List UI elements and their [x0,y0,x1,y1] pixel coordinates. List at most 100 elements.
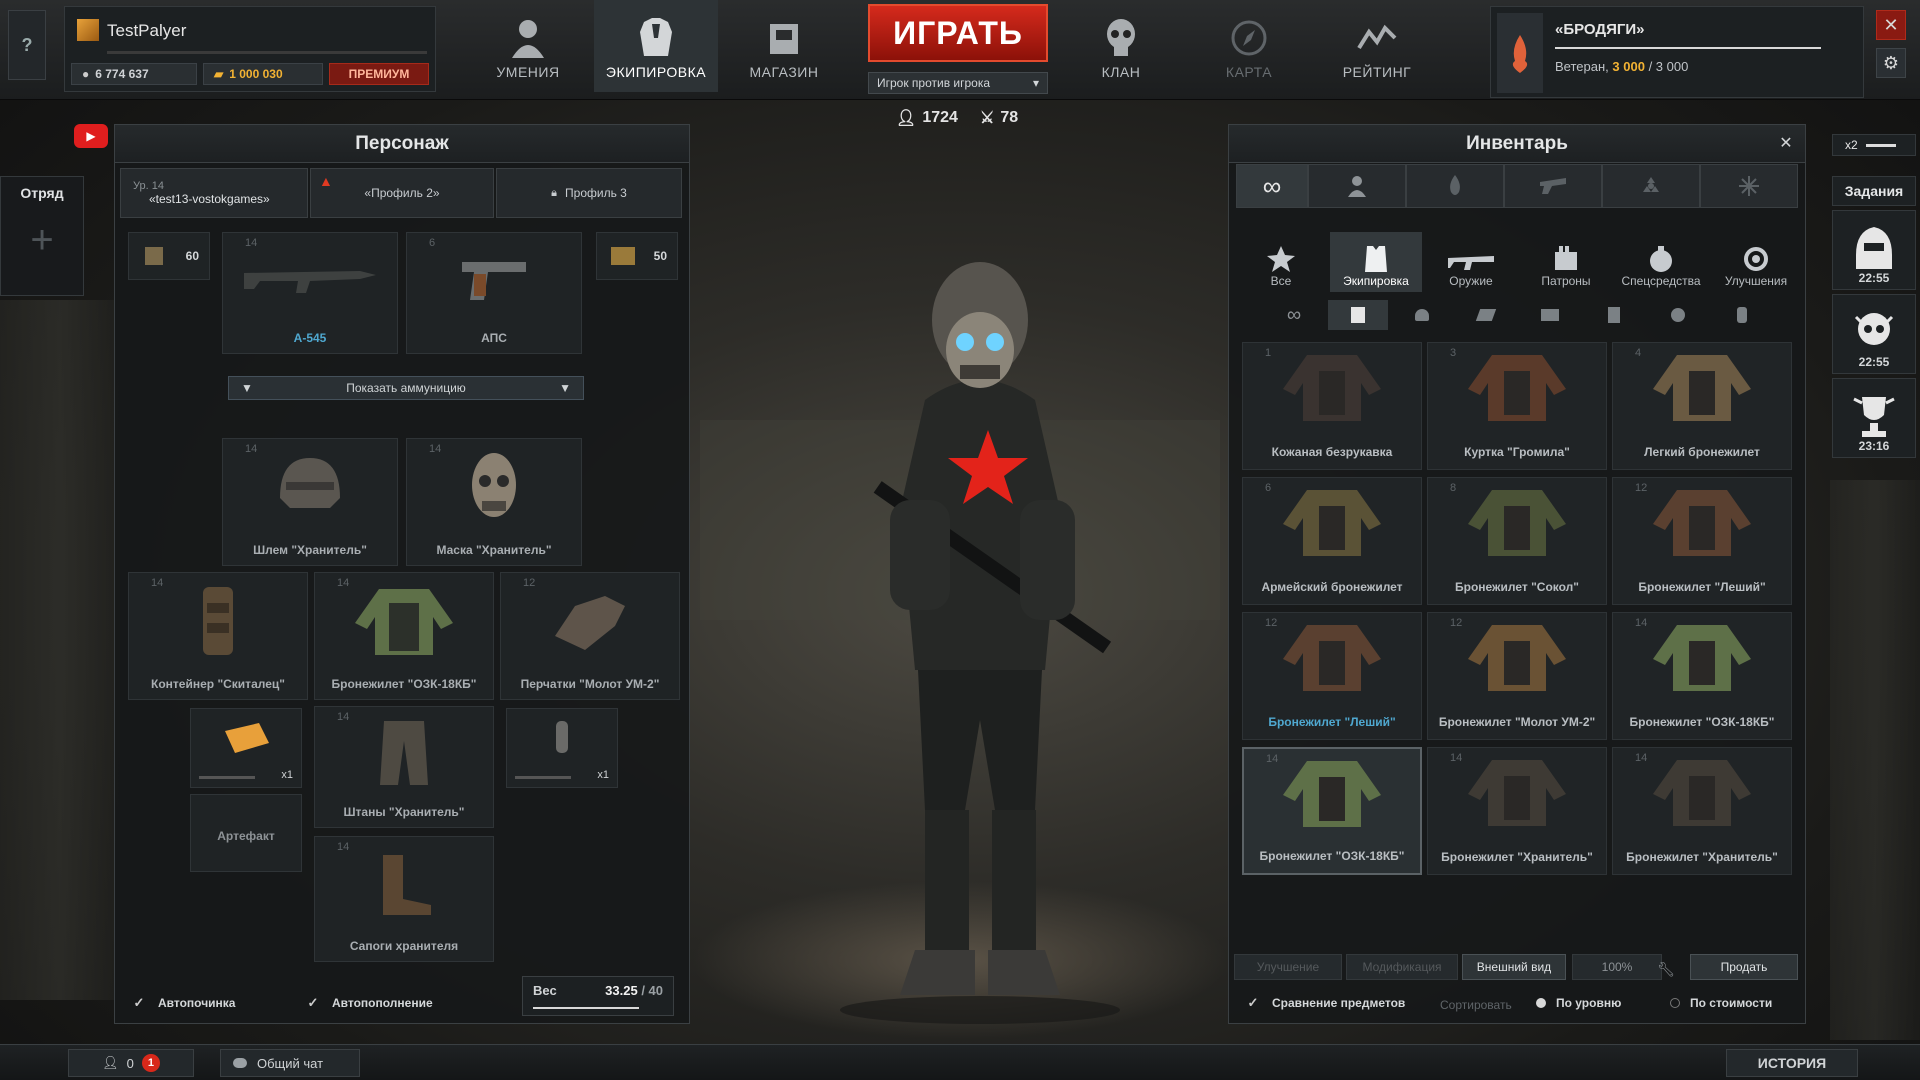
inventory-item-card[interactable]: 14 Бронежилет "Хранитель" [1612,747,1792,875]
gear-icon[interactable]: ⚙ [1876,48,1906,78]
item-level: 12 [1265,617,1278,629]
item-name: Бронежилет "ОЗК-18КБ" [1259,849,1405,863]
category-all[interactable]: Все [1235,232,1327,292]
helmet-slot[interactable]: 14 Шлем "Хранитель" [222,438,398,566]
show-ammo-dropdown[interactable]: ▼ Показать аммуницию ▼ [228,376,584,400]
history-button[interactable]: ИСТОРИЯ [1726,1049,1858,1077]
artifact-slot[interactable]: x1 [190,708,302,788]
armor-vest-icon [1468,490,1566,556]
primary-weapon-slot[interactable]: 14 А-545 [222,232,398,354]
appearance-button[interactable]: Внешний вид [1462,954,1566,980]
close-inventory-button[interactable]: ✕ [1774,132,1798,154]
game-mode-select[interactable]: Игрок против игрока ▾ [868,72,1048,94]
inventory-tab-fire[interactable] [1406,164,1504,208]
inventory-item-card[interactable]: 14 Бронежилет "Хранитель" [1427,747,1607,875]
mask-slot[interactable]: 14 Маска "Хранитель" [406,438,582,566]
wrench-icon[interactable]: 🔧︎ [1648,956,1684,982]
item-name: Бронежилет "Леший" [1268,715,1396,729]
category-equipment[interactable]: Экипировка [1330,232,1422,292]
item-level: 6 [1265,482,1272,494]
inventory-item-card[interactable]: 6 Армейский бронежилет [1242,477,1422,605]
category-weapons[interactable]: Оружие [1425,232,1517,292]
inventory-tab-special[interactable] [1700,164,1798,208]
inventory-item-card[interactable]: 12 Бронежилет "Леший" [1242,612,1422,740]
nav-equipment[interactable]: ЭКИПИРОВКА [594,0,718,92]
subfilter-mask[interactable] [1648,300,1708,330]
secondary-weapon-slot[interactable]: 6 АПС [406,232,582,354]
gloves-slot[interactable]: 12 Перчатки "Молот УМ-2" [500,572,680,700]
general-chat-button[interactable]: Общий чат [220,1049,360,1077]
profile-tab-3[interactable]: 🔒︎ Профиль 3 [496,168,682,218]
silver-coin-icon: ● [82,67,90,81]
subfilter-pants[interactable] [1584,300,1644,330]
category-upgrades[interactable]: Улучшения [1710,232,1802,292]
silver-balance: ● 6 774 637 [71,63,197,85]
container-slot[interactable]: 14 Контейнер "Скиталец" [128,572,308,700]
upgrade-button[interactable]: Улучшение [1234,954,1342,980]
clan-rank: Ветеран, 3 000 / 3 000 [1555,59,1689,74]
compare-items-checkbox[interactable]: ✓ Сравнение предметов [1246,995,1406,1010]
item-level: 3 [1450,347,1457,359]
category-ammo[interactable]: Патроны [1520,232,1612,292]
subfilter-all[interactable]: ∞ [1264,300,1324,330]
clan-card[interactable]: «БРОДЯГИ» Ветеран, 3 000 / 3 000 [1490,6,1864,98]
artifact-icon [225,723,269,753]
friends-button[interactable]: 👤︎ 0 1 [68,1049,194,1077]
nav-skills[interactable]: УМЕНИЯ [466,0,590,92]
play-button[interactable]: ИГРАТЬ [868,4,1048,62]
help-icon[interactable]: ? [8,10,46,80]
premium-button[interactable]: ПРЕМИУМ [329,63,429,85]
gold-bar-icon: ▰ [214,67,224,81]
inventory-tab-character[interactable] [1308,164,1406,208]
inventory-item-card[interactable]: 4 Легкий бронежилет [1612,342,1792,470]
quest-item-3[interactable]: 23:16 [1832,378,1916,458]
subfilter-boots[interactable] [1520,300,1580,330]
mask-icon [1671,308,1685,322]
nav-map[interactable]: КАРТА [1187,0,1311,92]
nav-rating[interactable]: РЕЙТИНГ [1315,0,1439,92]
profile-tab-2[interactable]: ▲ «Профиль 2» [310,168,494,218]
checkmark-icon: ✓ [307,995,319,1010]
subfilter-helmet[interactable] [1392,300,1452,330]
radio-dot-icon [1670,998,1680,1008]
inventory-item-card[interactable]: 12 Бронежилет "Молот УМ-2" [1427,612,1607,740]
ammo-slot-right[interactable]: 50 [596,232,678,280]
youtube-icon[interactable]: ▶ [74,124,108,148]
armor-icon [1351,307,1365,323]
subfilter-gloves[interactable] [1456,300,1516,330]
hooded-figure-icon [1856,227,1892,269]
artifact-empty-slot[interactable]: Артефакт [190,794,302,872]
inventory-item-card[interactable]: 3 Куртка "Громила" [1427,342,1607,470]
inventory-item-card[interactable]: 12 Бронежилет "Леший" [1612,477,1792,605]
boots-slot[interactable]: 14 Сапоги хранителя [314,836,494,962]
auto-repair-checkbox[interactable]: ✓ Автопочинка [132,995,236,1010]
sort-by-level-radio[interactable]: По уровню [1536,996,1621,1010]
sell-button[interactable]: Продать [1690,954,1798,980]
category-special[interactable]: Спецсредства [1615,232,1707,292]
item-level: 14 [1266,753,1279,765]
subfilter-container[interactable] [1712,300,1772,330]
inventory-tab-weapon[interactable] [1504,164,1602,208]
add-squad-member-button[interactable]: + [15,213,69,267]
inventory-item-card[interactable]: 8 Бронежилет "Сокол" [1427,477,1607,605]
ammo-slot-left[interactable]: 60 [128,232,210,280]
inventory-tab-all[interactable]: ∞ [1236,164,1308,208]
nav-clan[interactable]: КЛАН [1059,0,1183,92]
sort-by-cost-radio[interactable]: По стоимости [1670,996,1772,1010]
inventory-tab-radiation[interactable] [1602,164,1700,208]
inventory-item-card[interactable]: 14 Бронежилет "ОЗК-18КБ" [1612,612,1792,740]
quest-item-2[interactable]: 22:55 [1832,294,1916,374]
close-icon[interactable]: ✕ [1876,10,1906,40]
nav-shop[interactable]: МАГАЗИН [722,0,846,92]
quest-item-1[interactable]: 22:55 [1832,210,1916,290]
profile-tab-1[interactable]: Ур. 14 «test13-vostokgames» [120,168,308,218]
subfilter-armor[interactable] [1328,300,1388,330]
squad-label: Отряд [20,185,64,201]
body-armor-slot[interactable]: 14 Бронежилет "ОЗК-18КБ" [314,572,494,700]
auto-refill-checkbox[interactable]: ✓ Автопополнение [306,995,433,1010]
consumable-slot[interactable]: x1 [506,708,618,788]
inventory-item-card[interactable]: 1 Кожаная безрукавка [1242,342,1422,470]
pants-slot[interactable]: 14 Штаны "Хранитель" [314,706,494,828]
modify-button[interactable]: Модификация [1346,954,1458,980]
inventory-item-card[interactable]: 14 Бронежилет "ОЗК-18КБ" [1242,747,1422,875]
